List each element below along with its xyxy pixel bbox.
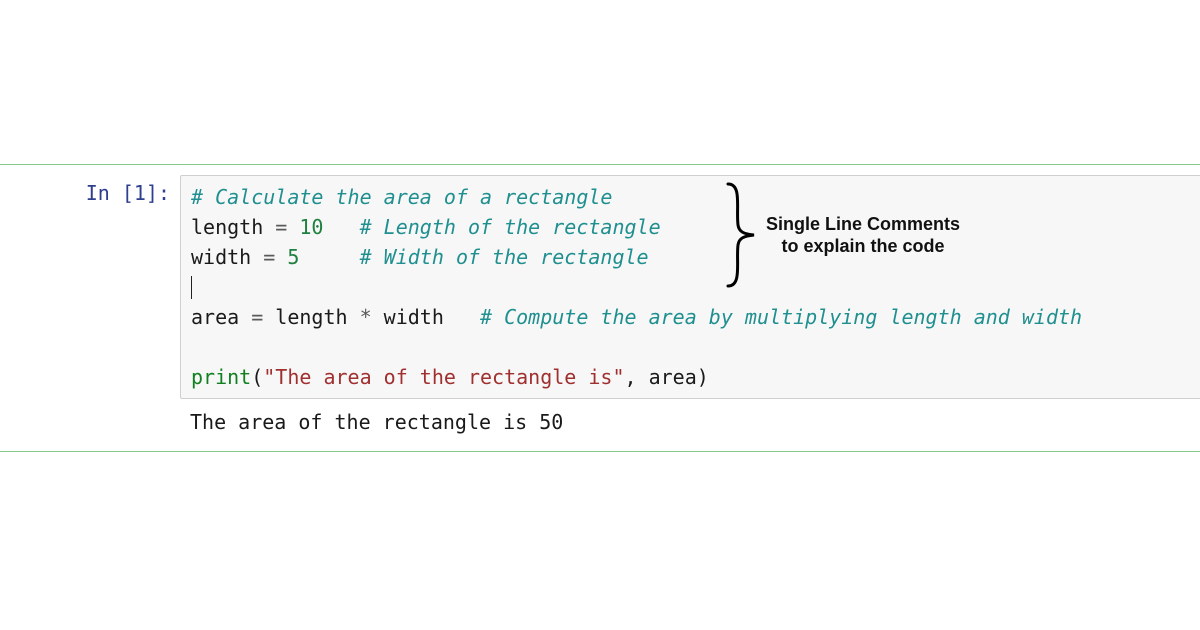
code-space <box>323 215 359 239</box>
text-cursor <box>191 276 192 299</box>
code-identifier: width <box>191 245 251 269</box>
prompt-label: In [1]: <box>86 181 170 205</box>
input-prompt: In [1]: <box>0 175 180 441</box>
code-identifier: width <box>384 305 444 329</box>
code-operator: = <box>263 215 299 239</box>
code-comment: # Compute the area by multiplying length… <box>480 305 1082 329</box>
code-comma: , <box>625 365 649 389</box>
notebook-cell: In [1]: # Calculate the area of a rectan… <box>0 164 1200 452</box>
code-operator: * <box>348 305 384 329</box>
code-comment: # Length of the rectangle <box>360 215 661 239</box>
code-identifier: length <box>275 305 347 329</box>
code-paren: ( <box>251 365 263 389</box>
code-builtin: print <box>191 365 251 389</box>
code-cell: In [1]: # Calculate the area of a rectan… <box>0 165 1200 451</box>
code-comment: # Calculate the area of a rectangle <box>191 185 612 209</box>
output-text: The area of the rectangle is 50 <box>190 410 563 434</box>
code-input-area[interactable]: # Calculate the area of a rectangle leng… <box>180 175 1200 399</box>
code-number: 5 <box>287 245 299 269</box>
cell-content: # Calculate the area of a rectangle leng… <box>180 175 1200 441</box>
code-operator: = <box>239 305 275 329</box>
code-identifier: area <box>649 365 697 389</box>
code-string: "The area of the rectangle is" <box>263 365 624 389</box>
code-paren: ) <box>697 365 709 389</box>
output-area: The area of the rectangle is 50 <box>180 399 1200 441</box>
code-space <box>444 305 480 329</box>
code-operator: = <box>251 245 287 269</box>
code-identifier: length <box>191 215 263 239</box>
code-identifier: area <box>191 305 239 329</box>
code-comment: # Width of the rectangle <box>360 245 649 269</box>
code-space <box>299 245 359 269</box>
code-number: 10 <box>299 215 323 239</box>
